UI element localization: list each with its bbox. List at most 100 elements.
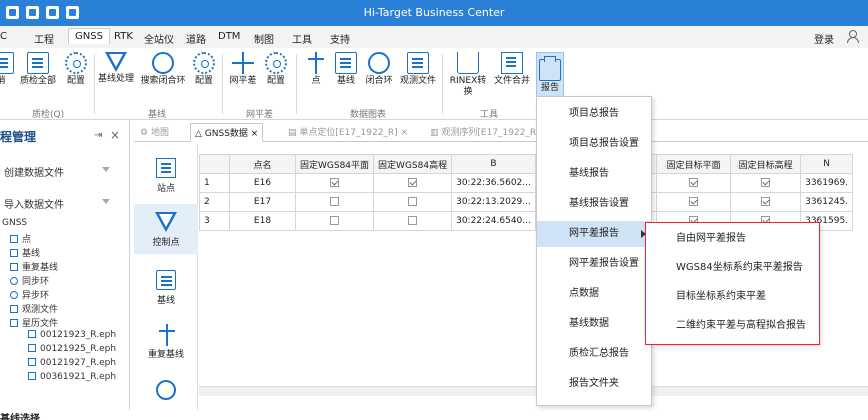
tab-drawing[interactable]: 制图 bbox=[254, 31, 274, 46]
checkbox[interactable] bbox=[689, 197, 699, 206]
tab-dtm[interactable]: DTM bbox=[218, 31, 240, 42]
login-button[interactable]: 登录 bbox=[814, 31, 834, 46]
tree-file[interactable]: 00121927_R.eph bbox=[28, 358, 116, 368]
table-row[interactable]: 1E1630:22:36.5602...113:3361969. bbox=[199, 173, 854, 193]
tree-item-ephemeris[interactable]: 星历文件 bbox=[10, 316, 58, 329]
chevron-down-icon[interactable] bbox=[102, 199, 110, 204]
menu-item-net-adjust-report[interactable]: 网平差报告 bbox=[537, 221, 653, 247]
col-index[interactable] bbox=[199, 154, 230, 174]
tab-c[interactable]: C bbox=[0, 31, 7, 42]
cell-wgs-height[interactable] bbox=[373, 173, 453, 193]
submenu-wgs84-constrained-report[interactable]: WGS84坐标系约束平差报告 bbox=[646, 254, 819, 282]
tab-rtk[interactable]: RTK bbox=[114, 31, 133, 42]
checkbox[interactable] bbox=[408, 197, 418, 206]
cell-n[interactable]: 3361969. bbox=[800, 173, 854, 193]
point-chart-button[interactable]: 点 bbox=[304, 52, 328, 87]
col-n[interactable]: N bbox=[800, 154, 854, 174]
menu-item-point-data[interactable]: 点数据 bbox=[537, 281, 653, 307]
col-tgt-height[interactable]: 固定目标高程 bbox=[730, 154, 802, 174]
checkbox[interactable] bbox=[330, 197, 340, 206]
cell-tgt-plane[interactable] bbox=[656, 192, 732, 212]
tree-file[interactable]: 00121923_R.eph bbox=[28, 330, 116, 340]
view-baseline[interactable]: 基线 bbox=[134, 270, 198, 306]
cell-b[interactable]: 30:22:36.5602... bbox=[451, 173, 536, 193]
file-merge-button[interactable]: 文件合并 bbox=[492, 52, 532, 87]
col-b[interactable]: B bbox=[451, 154, 536, 174]
obs-file-button[interactable]: 观测文件 bbox=[398, 52, 438, 87]
import-data-file-section[interactable]: 导入数据文件 bbox=[4, 196, 64, 211]
qc-config-button[interactable]: 配置 bbox=[62, 52, 90, 87]
tab-support[interactable]: 支持 bbox=[330, 31, 350, 46]
tree-item-baselines[interactable]: 基线 bbox=[10, 246, 40, 259]
tab-obs-sequence[interactable]: ▥ 观测序列[E17_1922_R] bbox=[430, 125, 540, 138]
col-wgs-height[interactable]: 固定WGS84高程 bbox=[373, 154, 453, 174]
view-control-point[interactable]: 控制点 bbox=[134, 204, 198, 254]
net-adjust-button[interactable]: 网平差 bbox=[226, 52, 260, 87]
create-data-file-section[interactable]: 创建数据文件 bbox=[4, 164, 64, 179]
checkbox[interactable] bbox=[408, 216, 418, 225]
cell-tgt-height[interactable] bbox=[730, 192, 802, 212]
menu-item-baseline-report-settings[interactable]: 基线报告设置 bbox=[537, 191, 653, 217]
checkbox[interactable] bbox=[330, 178, 340, 187]
cell-b[interactable]: 30:22:24.6540... bbox=[451, 211, 536, 231]
tree-root-gnss[interactable]: GNSS bbox=[2, 218, 27, 228]
submenu-2d-height-fit-report[interactable]: 二维约束平差与高程拟合报告 bbox=[646, 312, 819, 340]
tree-item-obs-files[interactable]: 观测文件 bbox=[10, 302, 58, 315]
checkbox[interactable] bbox=[330, 216, 340, 225]
close-icon[interactable]: × bbox=[110, 128, 120, 142]
tab-tools[interactable]: 工具 bbox=[292, 31, 312, 46]
tree-file[interactable]: 00361921_R.eph bbox=[28, 372, 116, 382]
tree-file[interactable]: 00121925_R.eph bbox=[28, 344, 116, 354]
baseline-config-button[interactable]: 配置 bbox=[190, 52, 218, 87]
ribbon-btn-clear[interactable]: 消 bbox=[0, 52, 14, 87]
cell-wgs-height[interactable] bbox=[373, 192, 453, 212]
checkbox[interactable] bbox=[689, 178, 699, 187]
tab-road[interactable]: 道路 bbox=[186, 31, 206, 46]
submenu-free-net-report[interactable]: 自由网平差报告 bbox=[646, 225, 819, 253]
tab-project[interactable]: 工程 bbox=[34, 31, 54, 46]
row-index[interactable]: 2 bbox=[199, 192, 230, 212]
cell-wgs-plane[interactable] bbox=[294, 192, 375, 212]
tree-item-points[interactable]: 点 bbox=[10, 232, 31, 245]
cell-name[interactable]: E16 bbox=[229, 173, 296, 193]
horizontal-scrollbar[interactable] bbox=[199, 386, 868, 396]
report-button[interactable]: 报告 bbox=[536, 52, 564, 98]
chevron-down-icon[interactable] bbox=[102, 167, 110, 172]
tree-item-async-loops[interactable]: 异步环 bbox=[10, 288, 49, 301]
menu-item-project-report-settings[interactable]: 项目总报告设置 bbox=[537, 131, 653, 157]
checkbox[interactable] bbox=[761, 178, 771, 187]
view-repeat-baseline[interactable]: 重复基线 bbox=[134, 324, 198, 360]
checkbox[interactable] bbox=[408, 178, 418, 187]
menu-item-net-adjust-report-settings[interactable]: 网平差报告设置 bbox=[537, 251, 653, 277]
cell-wgs-plane[interactable] bbox=[294, 173, 375, 193]
menu-item-report-folder[interactable]: 报告文件夹 bbox=[537, 371, 653, 397]
cell-b[interactable]: 30:22:13.2029... bbox=[451, 192, 536, 212]
menu-item-qc-summary-report[interactable]: 质检汇总报告 bbox=[537, 341, 653, 367]
baseline-chart-button[interactable]: 基线 bbox=[332, 52, 360, 87]
cell-wgs-height[interactable] bbox=[373, 211, 453, 231]
cell-name[interactable]: E17 bbox=[229, 192, 296, 212]
search-loop-button[interactable]: 搜索闭合环 bbox=[138, 52, 188, 87]
loop-chart-button[interactable]: 闭合环 bbox=[362, 52, 396, 87]
view-station[interactable]: 站点 bbox=[134, 158, 198, 194]
row-index[interactable]: 1 bbox=[199, 173, 230, 193]
tab-gnss[interactable]: GNSS bbox=[68, 28, 110, 44]
cell-tgt-plane[interactable] bbox=[656, 173, 732, 193]
checkbox[interactable] bbox=[761, 197, 771, 206]
table-row[interactable]: 2E1730:22:13.2029...113:3361245. bbox=[199, 192, 854, 212]
tab-total-station[interactable]: 全站仪 bbox=[144, 31, 174, 46]
tab-gnss-data[interactable]: △ GNSS数据 × bbox=[190, 123, 264, 142]
tab-map[interactable]: ⚙ 地图 bbox=[140, 125, 169, 138]
col-name[interactable]: 点名 bbox=[229, 154, 296, 174]
menu-item-baseline-data[interactable]: 基线数据 bbox=[537, 311, 653, 337]
user-icon[interactable] bbox=[847, 30, 859, 43]
row-index[interactable]: 3 bbox=[199, 211, 230, 231]
rinex-convert-button[interactable]: RINEX转换 bbox=[446, 52, 490, 98]
col-wgs-plane[interactable]: 固定WGS84平面 bbox=[294, 154, 375, 174]
qc-all-button[interactable]: 质检全部 bbox=[18, 52, 58, 87]
view-loop[interactable] bbox=[134, 380, 198, 403]
tree-item-repeat-baselines[interactable]: 重复基线 bbox=[10, 260, 58, 273]
baseline-process-button[interactable]: 基线处理 bbox=[96, 52, 136, 85]
tab-single-point[interactable]: ▤ 单点定位[E17_1922_R] × bbox=[288, 125, 408, 138]
pin-icon[interactable]: ⇥ bbox=[94, 130, 102, 141]
